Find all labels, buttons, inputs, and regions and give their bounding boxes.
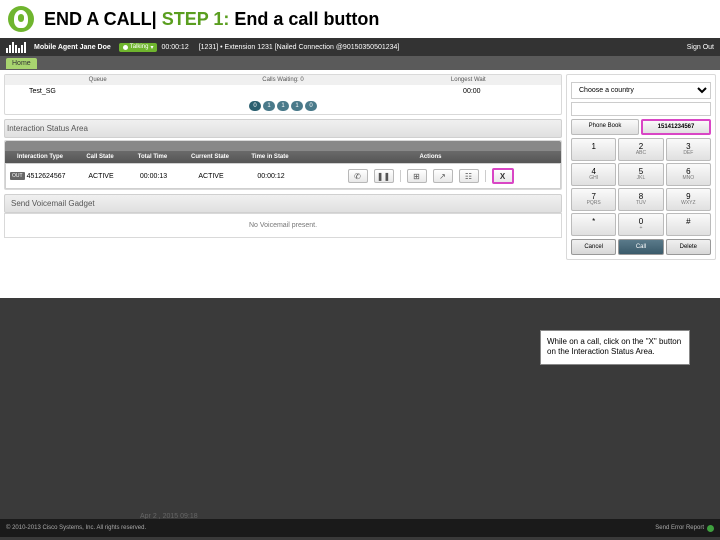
key-8[interactable]: 8TUV [618, 188, 663, 211]
key-hash[interactable]: # [666, 213, 711, 236]
key-star[interactable]: * [571, 213, 616, 236]
interaction-columns: Interaction Type Call State Total Time C… [5, 151, 561, 163]
title-step: STEP 1: [162, 9, 235, 29]
cisco-logo-icon [6, 41, 28, 53]
col-tis: Time in State [240, 151, 300, 163]
key-2[interactable]: 2ABC [618, 138, 663, 161]
country-select[interactable]: Choose a country [571, 82, 711, 99]
pager-btn[interactable]: 1 [263, 101, 275, 111]
action-separator [400, 170, 401, 182]
title-post: End a call button [234, 9, 379, 29]
keypad-icon[interactable]: ⊞ [407, 169, 427, 183]
queue-col-longest: Longest Wait [376, 75, 561, 85]
footer-bar: © 2010-2013 Cisco Systems, Inc. All righ… [0, 519, 720, 537]
queue-pager: 0 1 1 1 0 [5, 98, 561, 114]
cell-actions: ✆ ❚❚ ⊞ ↗ ☷ X [301, 164, 560, 188]
pager-btn[interactable]: 1 [277, 101, 289, 111]
app-screenshot: Mobile Agent Jane Doe Talking ▾ 00:00:12… [0, 38, 720, 298]
current-number-button[interactable]: 15141234567 [641, 119, 711, 135]
queue-longest: 00:00 [383, 85, 561, 98]
agent-name: Mobile Agent Jane Doe [34, 44, 111, 51]
end-call-button[interactable]: X [492, 168, 514, 184]
brand-logo-icon [8, 6, 34, 32]
interaction-panel: Interaction Type Call State Total Time C… [4, 140, 562, 190]
send-error-link[interactable]: Send Error Report [655, 525, 704, 531]
key-4[interactable]: 4GHI [571, 163, 616, 186]
cell-type: OUT 4512624567 [6, 168, 76, 184]
cell-current: ACTIVE [181, 169, 241, 184]
queue-name: Test_SG [5, 85, 204, 98]
pager-btn[interactable]: 1 [291, 101, 303, 111]
slide-header: END A CALL| STEP 1: End a call button [0, 0, 720, 38]
voicemail-body: No Voicemail present. [4, 213, 562, 238]
voicemail-label: Send Voicemail Gadget [4, 194, 562, 213]
interaction-area-label: Interaction Status Area [4, 119, 562, 138]
interaction-toolbar [5, 141, 561, 151]
queue-panel: Queue Calls Waiting: 0 Longest Wait Test… [4, 74, 562, 115]
key-5[interactable]: 5JKL [618, 163, 663, 186]
direction-tag: OUT [10, 172, 25, 180]
conference-icon[interactable]: ☷ [459, 169, 479, 183]
call-number: 4512624567 [27, 173, 66, 180]
key-9[interactable]: 9WXYZ [666, 188, 711, 211]
queue-col-name: Queue [5, 75, 190, 85]
queue-col-waiting: Calls Waiting: 0 [190, 75, 375, 85]
cell-state: ACTIVE [76, 169, 126, 184]
state-dot-icon [123, 45, 128, 50]
agent-state-label: Talking [130, 44, 149, 50]
agent-state-pill[interactable]: Talking ▾ [119, 43, 158, 52]
phone-book-button[interactable]: Phone Book [571, 119, 639, 135]
key-7[interactable]: 7PQRS [571, 188, 616, 211]
dial-cancel-button[interactable]: Cancel [571, 239, 616, 255]
col-state: Call State [75, 151, 125, 163]
cell-tis: 00:00:12 [241, 169, 301, 184]
cisco-top-bar: Mobile Agent Jane Doe Talking ▾ 00:00:12… [0, 38, 720, 56]
key-6[interactable]: 6MNO [666, 163, 711, 186]
voicemail-empty: No Voicemail present. [249, 222, 317, 229]
sign-out-link[interactable]: Sign Out [687, 44, 714, 51]
extension-info: [1231] • Extension 1231 [Nailed Connecti… [199, 44, 400, 51]
pager-btn[interactable]: 0 [249, 101, 261, 111]
tab-home[interactable]: Home [6, 58, 37, 69]
cell-total: 00:00:13 [126, 169, 181, 184]
key-1[interactable]: 1 [571, 138, 616, 161]
status-dot-icon [707, 525, 714, 532]
title-pre: END A CALL| [44, 9, 162, 29]
tab-bar: Home [0, 56, 720, 70]
keypad: 1 2ABC 3DEF 4GHI 5JKL 6MNO 7PQRS 8TUV 9W… [571, 138, 711, 236]
key-0[interactable]: 0+ [618, 213, 663, 236]
dial-delete-button[interactable]: Delete [666, 239, 711, 255]
queue-row: Test_SG 00:00 [5, 85, 561, 98]
state-timer: 00:00:12 [161, 44, 188, 51]
dialer-panel: Choose a country Phone Book 15141234567 … [566, 74, 716, 264]
slide-title: END A CALL| STEP 1: End a call button [44, 9, 379, 30]
queue-waiting [204, 85, 382, 98]
col-current: Current State [180, 151, 240, 163]
action-separator [485, 170, 486, 182]
answer-icon[interactable]: ✆ [348, 169, 368, 183]
key-3[interactable]: 3DEF [666, 138, 711, 161]
col-actions: Actions [300, 151, 561, 163]
col-type: Interaction Type [5, 151, 75, 163]
instruction-callout: While on a call, click on the "X" button… [540, 330, 690, 365]
hold-icon[interactable]: ❚❚ [374, 169, 394, 183]
col-total: Total Time [125, 151, 180, 163]
interaction-row: OUT 4512624567 ACTIVE 00:00:13 ACTIVE 00… [5, 163, 561, 189]
dial-call-button[interactable]: Call [618, 239, 663, 255]
transfer-icon[interactable]: ↗ [433, 169, 453, 183]
pager-btn[interactable]: 0 [305, 101, 317, 111]
queue-header: Queue Calls Waiting: 0 Longest Wait [5, 75, 561, 85]
dial-number-display[interactable] [571, 102, 711, 116]
copyright: © 2010-2013 Cisco Systems, Inc. All righ… [6, 525, 146, 531]
